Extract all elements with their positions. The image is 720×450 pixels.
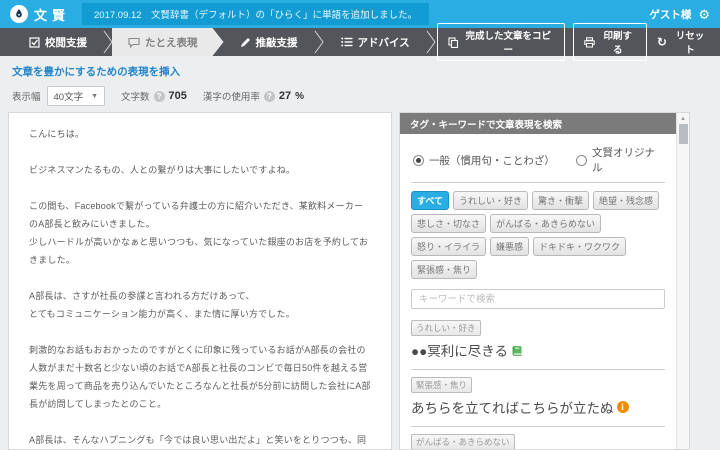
radio-bunken-original[interactable]: 文賢オリジナル: [576, 145, 665, 175]
copy-icon: [448, 36, 458, 48]
tag-filter-chip[interactable]: 緊張感・焦り: [411, 260, 478, 279]
tag-filter-chip[interactable]: 怒り・イライラ: [411, 237, 487, 256]
expression-tag-badge: 緊張感・焦り: [411, 377, 473, 393]
tab-label: たとえ表現: [145, 36, 198, 49]
pencil-icon: [240, 37, 251, 48]
tab-proofreading[interactable]: 校閲支援: [13, 28, 103, 56]
sidebar-header: タグ・キーワードで文章表現を検索: [400, 113, 689, 134]
notification-banner: 2017.09.12 文賢辞書（デフォルト）の「ひらく」に単語を追加しました。: [82, 3, 430, 25]
main-nav: 校閲支援 たとえ表現 推敲支援 アドバイス 完成した文章をコピー 印刷する ↻ …: [0, 23, 720, 61]
expression-list-item[interactable]: 緊張感・焦り あちらを立てればこちらが立たぬ i: [411, 370, 665, 427]
radio-unselected-icon: [576, 154, 588, 166]
kanji-ratio-value: 27: [278, 90, 292, 102]
editor-paragraph: この間も、Facebookで繋がっている弁護士の方に紹介いただき、某飲料メーカー…: [29, 201, 369, 265]
expression-phrase-row: ●●冥利に尽きる: [411, 340, 665, 360]
kanji-ratio-label: 漢字の使用率: [202, 92, 260, 103]
info-icon[interactable]: i: [616, 401, 629, 413]
chevron-separator-icon: [426, 28, 437, 56]
expression-phrase: あちらを立てればこちらが立たぬ: [411, 401, 614, 416]
expression-tag-badge: うれしい・好き: [411, 320, 481, 336]
expression-list-item[interactable]: がんばる・あきらめない いざ鎌倉 i: [411, 427, 665, 449]
display-width-select[interactable]: 40文字 ▼: [46, 86, 106, 106]
tag-filter-chip[interactable]: がんばる・あきらめない: [490, 214, 602, 233]
insert-expression-link[interactable]: 文章を豊かにするための表現を挿入: [12, 64, 180, 79]
expression-tag-badge: がんばる・あきらめない: [411, 434, 515, 449]
tab-elaboration[interactable]: 推敲支援: [224, 28, 314, 56]
scroll-up-icon[interactable]: ▲: [677, 113, 689, 122]
sidebar-scrollbar[interactable]: ▲: [676, 113, 689, 449]
gear-icon[interactable]: ⚙: [698, 8, 710, 21]
tab-advice[interactable]: アドバイス: [325, 28, 426, 56]
char-count-label: 文字数: [121, 92, 150, 103]
copy-finished-text-button[interactable]: 完成した文章をコピー: [436, 23, 565, 61]
editor-paragraph: A部長は、そんなハプニングも「今では良い思い出だよ」と笑いをとりつつも、同時に信…: [29, 435, 367, 445]
sub-header: 文章を豊かにするための表現を挿入 表示幅 40文字 ▼ 文字数 ? 705 漢字…: [0, 56, 720, 106]
app-logo[interactable]: 文賢: [10, 5, 70, 24]
tab-label: 推敲支援: [255, 36, 298, 49]
checkbox-icon: [29, 36, 40, 48]
tag-filter-chip[interactable]: 嫌悪感: [490, 237, 530, 256]
expression-phrase: ●●冥利に尽きる: [411, 344, 509, 359]
radio-selected-icon: [413, 154, 424, 166]
tag-filter-chip[interactable]: ドキドキ・ワクワク: [533, 237, 627, 256]
keyword-search-input[interactable]: [411, 289, 665, 309]
reset-button[interactable]: ↻ リセット: [655, 24, 710, 60]
radio-general-label: 一般（慣用句・ことわざ）: [428, 154, 555, 167]
book-icon: [511, 344, 524, 357]
text-editor[interactable]: こんにちは。 ビジネスマンたるもの、人との繋がりは大事にしたいですよね。 この間…: [8, 112, 392, 450]
editor-paragraph: A部長は、さすが社長の参謀と言われる方だけあって、 とてもコミュニケーション能力…: [29, 291, 295, 319]
user-name: ゲスト様: [649, 8, 692, 21]
editor-paragraph: ビジネスマンたるもの、人との繋がりは大事にしたいですよね。: [29, 165, 296, 175]
pen-nib-icon: [10, 5, 28, 23]
speech-bubble-icon: [128, 37, 140, 48]
tag-filter-chip[interactable]: 驚き・衝撃: [532, 191, 590, 210]
display-width-label: 表示幅: [12, 92, 41, 103]
app-title: 文賢: [34, 7, 71, 23]
char-count-value: 705: [168, 90, 187, 102]
help-icon[interactable]: ?: [153, 90, 165, 102]
display-width-value: 40文字: [53, 92, 84, 103]
reset-icon: ↻: [656, 35, 667, 49]
print-button-label: 印刷する: [603, 31, 633, 56]
kanji-ratio-unit: %: [295, 90, 305, 102]
radio-original-label: 文賢オリジナル: [592, 147, 656, 174]
expression-list-item[interactable]: うれしい・好き ●●冥利に尽きる: [411, 313, 665, 370]
scrollbar-thumb[interactable]: [678, 124, 688, 144]
tab-label: 校閲支援: [45, 36, 87, 49]
expression-list: うれしい・好き ●●冥利に尽きる 緊張感・焦り あちらを立てればこちらが立たぬ …: [411, 313, 665, 449]
stats-row: 表示幅 40文字 ▼ 文字数 ? 705 漢字の使用率 ? 27%: [12, 86, 710, 106]
editor-paragraph: 刺激的なお話もおおかったのですがとくに印象に残っているお話がA部長の会社の人数が…: [29, 345, 371, 409]
tab-label: アドバイス: [357, 36, 410, 49]
tab-simile-expressions[interactable]: たとえ表現: [112, 28, 224, 56]
expression-phrase-row: あちらを立てればこちらが立たぬ i: [411, 397, 665, 417]
chevron-down-icon: ▼: [91, 92, 99, 100]
printer-icon: [584, 36, 595, 48]
copy-button-label: 完成した文章をコピー: [465, 31, 551, 56]
list-icon: [340, 37, 353, 47]
expression-search-panel: タグ・キーワードで文章表現を検索 一般（慣用句・ことわざ） 文賢オリジナル すべ…: [399, 112, 690, 450]
chevron-separator-icon: [314, 28, 325, 56]
radio-general[interactable]: 一般（慣用句・ことわざ）: [413, 153, 555, 168]
editor-paragraph: こんにちは。: [29, 129, 85, 139]
tag-filter-list: すべて うれしい・好き 驚き・衝撃 絶望・残念感 悲しさ・切なさ がんばる・あき…: [411, 183, 665, 281]
dictionary-type-options: 一般（慣用句・ことわざ） 文賢オリジナル: [411, 142, 665, 183]
tag-filter-chip[interactable]: 悲しさ・切なさ: [411, 214, 487, 233]
print-button[interactable]: 印刷する: [572, 23, 647, 61]
tag-filter-chip[interactable]: すべて: [411, 191, 450, 210]
tag-filter-chip[interactable]: 絶望・残念感: [593, 191, 660, 210]
reset-button-label: リセット: [675, 31, 705, 56]
help-icon[interactable]: ?: [263, 90, 275, 102]
tag-filter-chip[interactable]: うれしい・好き: [453, 191, 529, 210]
